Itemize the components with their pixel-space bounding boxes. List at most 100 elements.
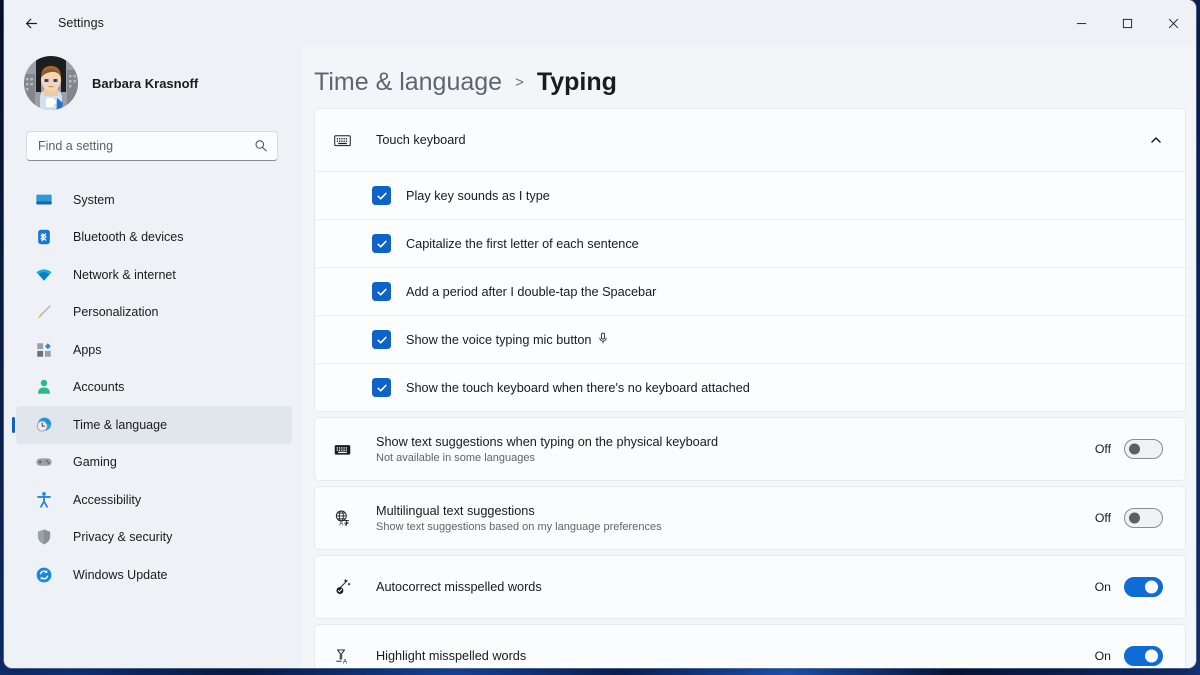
svg-text:A: A [342, 658, 347, 665]
wifi-icon [34, 265, 54, 285]
toggle-state-label: On [1094, 580, 1111, 594]
globe-language-icon: A [331, 507, 353, 529]
person-icon [34, 377, 54, 397]
check-icon [376, 288, 387, 296]
touch-keyboard-title: Touch keyboard [376, 133, 466, 147]
setting-title: Show text suggestions when typing on the… [376, 434, 719, 449]
setting-row-autocorrect[interactable]: Autocorrect misspelled words On [315, 556, 1185, 618]
sidebar-item-apps[interactable]: Apps [16, 331, 292, 369]
checkbox-row[interactable]: Capitalize the first letter of each sent… [315, 219, 1185, 267]
toggle-multilingual-suggestions[interactable] [1124, 508, 1163, 528]
sidebar-item-label: Windows Update [73, 567, 168, 582]
apps-icon [34, 340, 54, 360]
toggle-state-label: Off [1094, 442, 1111, 456]
checkbox-play-key-sounds[interactable] [372, 186, 391, 205]
sidebar-item-time-language[interactable]: Time & language [16, 406, 292, 444]
sidebar-item-label: Accounts [73, 380, 125, 395]
checkbox-label: Capitalize the first letter of each sent… [406, 236, 639, 251]
check-icon [376, 192, 387, 200]
toggle-highlight-misspelled[interactable] [1124, 646, 1163, 666]
setting-title: Autocorrect misspelled words [376, 580, 542, 594]
setting-row-highlight-misspelled[interactable]: A Highlight misspelled words On [315, 625, 1185, 668]
setting-row-text-suggestions[interactable]: Show text suggestions when typing on the… [315, 418, 1185, 480]
setting-title: Highlight misspelled words [376, 649, 527, 663]
highlight-misspelled-card: A Highlight misspelled words On [314, 624, 1186, 668]
user-name: Barbara Krasnoff [92, 75, 199, 91]
toggle-autocorrect[interactable] [1124, 577, 1163, 597]
microphone-icon [597, 332, 609, 347]
checkbox-label: Play key sounds as I type [406, 188, 550, 203]
update-icon [34, 565, 54, 585]
toggle-knob [1145, 649, 1158, 663]
close-button[interactable] [1150, 0, 1196, 46]
maximize-button[interactable] [1104, 0, 1150, 46]
checkbox-voice-typing-mic[interactable] [372, 330, 391, 349]
page-title: Typing [536, 68, 617, 96]
sidebar-item-windows-update[interactable]: Windows Update [16, 556, 292, 594]
shield-icon [34, 527, 54, 547]
app-title: Settings [58, 16, 104, 30]
sidebar-item-label: Time & language [73, 417, 168, 432]
chevron-up-icon[interactable] [1143, 127, 1169, 153]
checkbox-row[interactable]: Show the voice typing mic button [315, 315, 1185, 363]
check-icon [376, 240, 387, 248]
checkbox-label: Show the touch keyboard when there's no … [406, 380, 750, 395]
checkbox-row[interactable]: Show the touch keyboard when there's no … [315, 363, 1185, 411]
keyboard-icon [331, 438, 353, 460]
sidebar-item-system[interactable]: System [16, 181, 292, 219]
settings-list: Touch keyboard Play key sounds as I type [302, 108, 1186, 668]
search-input[interactable] [38, 139, 254, 153]
sidebar-item-label: Network & internet [73, 267, 176, 282]
paintbrush-icon [34, 302, 54, 322]
setting-title: Multilingual text suggestions [376, 503, 535, 518]
clock-globe-icon [34, 415, 54, 435]
keyboard-icon [331, 129, 353, 151]
setting-row-multilingual-suggestions[interactable]: A Multilingual text suggestions Show tex… [315, 487, 1185, 549]
check-icon [376, 336, 387, 344]
setting-subtitle: Not available in some languages [376, 451, 535, 464]
sidebar-item-privacy-security[interactable]: Privacy & security [16, 519, 292, 557]
user-profile[interactable]: Barbara Krasnoff [4, 46, 302, 112]
toggle-state-label: On [1094, 649, 1111, 663]
sidebar-item-bluetooth-devices[interactable]: Bluetooth & devices [16, 219, 292, 257]
check-icon [376, 384, 387, 392]
magic-wand-icon [331, 576, 353, 598]
sidebar-item-accessibility[interactable]: Accessibility [16, 481, 292, 519]
breadcrumb-parent[interactable]: Time & language [314, 68, 502, 97]
title-bar: Settings [4, 0, 1196, 46]
search-box[interactable] [26, 131, 278, 161]
user-avatar-icon [24, 56, 78, 110]
checkbox-row[interactable]: Add a period after I double-tap the Spac… [315, 267, 1185, 315]
toggle-knob [1129, 443, 1140, 455]
minimize-button[interactable] [1058, 0, 1104, 46]
sidebar-item-label: Personalization [73, 305, 159, 320]
sidebar-nav: System Bluetooth & devices Network & int… [4, 181, 302, 594]
back-button[interactable] [14, 6, 48, 40]
sidebar-item-label: System [73, 192, 115, 207]
checkbox-add-period[interactable] [372, 282, 391, 301]
checkbox-label: Add a period after I double-tap the Spac… [406, 284, 657, 299]
sidebar-item-label: Apps [73, 342, 102, 357]
checkbox-row[interactable]: Play key sounds as I type [315, 171, 1185, 219]
sidebar-item-label: Accessibility [73, 492, 142, 507]
sidebar-item-personalization[interactable]: Personalization [16, 294, 292, 332]
toggle-state-label: Off [1094, 511, 1111, 525]
setting-subtitle: Show text suggestions based on my langua… [376, 520, 662, 533]
checkbox-capitalize-sentence[interactable] [372, 234, 391, 253]
toggle-text-suggestions[interactable] [1124, 439, 1163, 459]
arrow-left-icon [25, 18, 37, 28]
checkbox-show-touch-keyboard[interactable] [372, 378, 391, 397]
multilingual-suggestions-card: A Multilingual text suggestions Show tex… [314, 486, 1186, 550]
sidebar-item-network-internet[interactable]: Network & internet [16, 256, 292, 294]
breadcrumb: Time & language > Typing [302, 46, 1186, 108]
touch-keyboard-expander[interactable]: Touch keyboard [315, 109, 1185, 171]
content-pane: Time & language > Typing Touch keyboard … [302, 46, 1196, 668]
autocorrect-card: Autocorrect misspelled words On [314, 555, 1186, 619]
window-controls [1058, 0, 1196, 46]
checkbox-label: Show the voice typing mic button [406, 332, 592, 347]
touch-keyboard-card: Touch keyboard Play key sounds as I type [314, 108, 1186, 412]
highlighter-icon: A [331, 645, 353, 667]
sidebar-item-accounts[interactable]: Accounts [16, 369, 292, 407]
sidebar-item-gaming[interactable]: Gaming [16, 444, 292, 482]
toggle-knob [1129, 512, 1140, 524]
